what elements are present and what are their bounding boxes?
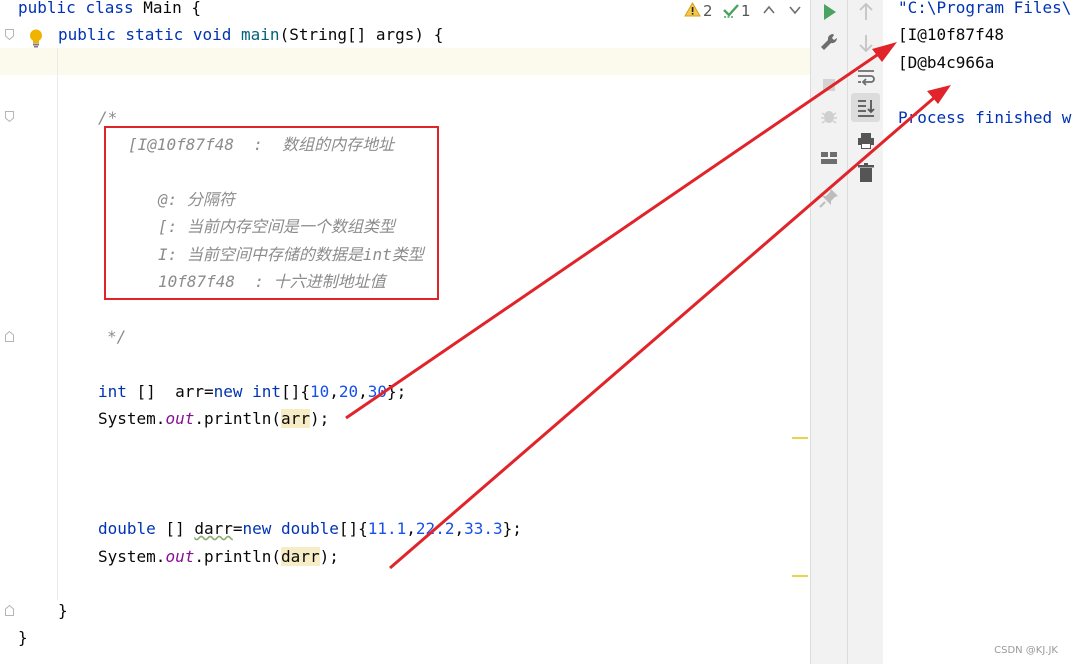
comment-close: */ — [107, 327, 127, 346]
keyword-new: new — [242, 519, 272, 538]
code-text: System. — [98, 547, 166, 566]
code-text: , — [454, 519, 465, 538]
soft-wrap-icon[interactable] — [854, 65, 878, 89]
code-text: , — [358, 382, 368, 401]
fold-end-marker-icon[interactable] — [5, 605, 14, 616]
code-text: .println( — [194, 409, 282, 428]
code-text: []{ — [338, 519, 368, 538]
print-icon[interactable] — [854, 129, 878, 153]
code-text: ); — [319, 547, 339, 566]
fold-marker-icon[interactable] — [5, 29, 14, 40]
console-output-int-array: [I@10f87f48 — [898, 25, 1004, 44]
int-array-declaration[interactable]: int [] arr=new int[]{10,20,30}; — [98, 378, 406, 405]
fold-marker-icon[interactable] — [5, 111, 14, 122]
code-text: [] arr= — [126, 382, 214, 401]
number-literal: 30 — [367, 382, 388, 401]
indent-guide — [57, 48, 58, 600]
fold-end-marker-icon[interactable] — [5, 331, 14, 342]
console-process-finished: Process finished w — [898, 108, 1072, 127]
annotation-red-box — [104, 126, 439, 300]
type-int: int — [252, 382, 282, 401]
watermark: CSDN @KJ.JK — [994, 645, 1058, 656]
console-command-line: "C:\Program Files\ — [898, 0, 1072, 17]
current-line-highlight — [0, 48, 810, 75]
scrollbar-warning-mark[interactable] — [792, 437, 808, 439]
variable-arr: arr — [281, 409, 310, 428]
layout-icon[interactable] — [817, 146, 841, 170]
warnings-count[interactable]: 2 — [703, 0, 713, 22]
keyword-class: class — [85, 0, 134, 17]
weak-warning-check-icon[interactable] — [722, 2, 740, 19]
wrench-icon[interactable] — [817, 31, 841, 55]
stop-icon[interactable] — [817, 73, 841, 97]
code-text: }; — [502, 519, 522, 538]
code-text: , — [329, 382, 339, 401]
previous-highlight-chevron-up-icon[interactable] — [762, 3, 776, 17]
method-modifiers: public static void — [58, 25, 242, 44]
type-double: double — [98, 519, 156, 538]
trash-icon[interactable] — [854, 161, 878, 185]
code-text: []{ — [281, 382, 310, 401]
scroll-up-arrow-icon[interactable] — [854, 0, 878, 24]
class-declaration-line[interactable]: public class Main { — [18, 0, 201, 21]
type-double: double — [281, 519, 339, 538]
rerun-icon[interactable] — [817, 0, 841, 24]
code-text: System. — [98, 409, 166, 428]
console-output[interactable]: "C:\Program Files\ [I@10f87f48 [D@b4c966… — [883, 0, 1072, 664]
run-toolbar-right — [847, 0, 884, 664]
scroll-to-end-icon[interactable] — [854, 96, 878, 120]
number-literal: 11.1 — [367, 519, 407, 538]
number-literal: 20 — [338, 382, 359, 401]
code-editor[interactable]: public class Main { public static void m… — [0, 0, 810, 664]
variable-darr-typo: darr — [194, 519, 233, 538]
console-output-double-array: [D@b4c966a — [898, 53, 995, 72]
method-closing-brace: } — [58, 601, 68, 620]
pin-icon[interactable] — [817, 186, 841, 210]
class-closing-brace: } — [18, 628, 28, 647]
weak-warnings-count[interactable]: 1 — [741, 0, 751, 22]
code-text: }; — [387, 382, 407, 401]
run-toolbar-left — [810, 0, 847, 664]
code-text: [] — [155, 519, 195, 538]
code-text: ); — [309, 409, 330, 428]
code-text: .println( — [194, 547, 282, 566]
warning-icon[interactable] — [684, 2, 701, 17]
debug-bug-icon[interactable] — [817, 104, 841, 128]
static-field-out: out — [165, 547, 195, 566]
method-signature: (String[] args) { — [279, 25, 444, 44]
print-arr-line[interactable]: System.out.println(arr); — [98, 405, 329, 432]
main-method-line[interactable]: public static void main(String[] args) { — [58, 21, 443, 48]
code-text: = — [232, 519, 243, 538]
double-array-declaration[interactable]: double [] darr=new double[]{11.1,22.2,33… — [98, 515, 522, 542]
scroll-down-arrow-icon[interactable] — [854, 31, 878, 55]
type-int: int — [98, 382, 127, 401]
number-literal: 22.2 — [415, 519, 455, 538]
keyword-new: new — [213, 382, 243, 401]
keyword-public: public — [18, 0, 76, 17]
method-name: main — [241, 25, 280, 44]
code-text: , — [406, 519, 416, 538]
number-literal: 33.3 — [464, 519, 503, 538]
static-field-out: out — [165, 409, 195, 428]
next-highlight-chevron-down-icon[interactable] — [788, 3, 802, 17]
number-literal: 10 — [309, 382, 330, 401]
variable-darr: darr — [281, 547, 320, 566]
print-darr-line[interactable]: System.out.println(darr); — [98, 543, 339, 570]
lightbulb-icon[interactable] — [27, 28, 45, 48]
scrollbar-warning-mark[interactable] — [792, 575, 808, 577]
